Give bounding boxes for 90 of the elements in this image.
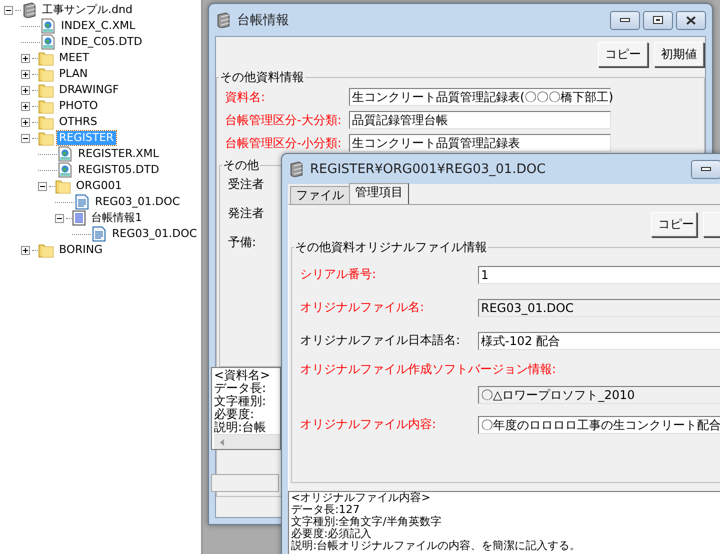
field-label: 台帳管理区分-小分類: xyxy=(225,134,342,152)
help-line: データ長:127 xyxy=(291,504,360,516)
tree-item[interactable]: ORG001 xyxy=(74,179,124,193)
help-line: 必要度:必須記入 xyxy=(291,528,373,540)
text-field[interactable]: 様式-102 配合 xyxy=(478,332,720,350)
field-label: オリジナルファイル内容: xyxy=(300,416,438,433)
web-document-icon xyxy=(40,18,56,34)
collapse-toggle[interactable] xyxy=(4,6,13,14)
cabinet-icon xyxy=(288,161,304,177)
expand-toggle[interactable] xyxy=(21,54,30,62)
close-button[interactable] xyxy=(676,10,706,30)
tree-item[interactable]: 台帳情報1 xyxy=(89,211,144,225)
folder-icon xyxy=(38,130,54,146)
help-line: <資料名> xyxy=(214,369,272,382)
help-line: 説明:台帳オリジナルファイルの内容、を簡潔に記入する。 xyxy=(291,540,582,552)
field-label: 発注者 xyxy=(228,205,265,222)
tree-item[interactable]: 工事サンプル.dnd xyxy=(40,3,134,17)
folder-icon xyxy=(38,114,54,130)
dialog-button[interactable]: コピー xyxy=(651,212,697,237)
group-title: その他資料情報 xyxy=(219,69,305,86)
close-icon xyxy=(686,16,696,24)
folder-icon xyxy=(38,50,54,66)
tree-item[interactable]: DRAWINGF xyxy=(57,83,121,97)
minimize-button[interactable] xyxy=(691,160,720,178)
collapse-toggle[interactable] xyxy=(21,134,30,142)
folder-icon xyxy=(38,66,54,82)
folder-icon xyxy=(55,178,71,194)
field-label: オリジナルファイル作成ソフトバージョン情報: xyxy=(300,361,556,378)
dialog-button[interactable]: コピー xyxy=(598,42,648,67)
help-line: 説明:台帳 xyxy=(214,421,268,434)
tree-item[interactable]: OTHRS xyxy=(57,115,100,129)
web-document-icon xyxy=(40,34,56,50)
maximize-icon xyxy=(653,16,663,24)
scroll-bar[interactable] xyxy=(214,434,280,449)
field-label: オリジナルファイル名: xyxy=(300,299,426,316)
group-title: その他資料オリジナルファイル情報 xyxy=(294,239,488,256)
field-label: 予備: xyxy=(228,234,258,251)
field-label: 台帳管理区分-大分類: xyxy=(225,112,342,128)
collapse-toggle[interactable] xyxy=(55,214,64,222)
window-title: REGISTER¥ORG001¥REG03_01.DOC xyxy=(310,162,546,176)
minimize-icon xyxy=(620,18,630,22)
minimize-button[interactable] xyxy=(610,10,640,30)
field-label: 受注者 xyxy=(228,176,265,193)
web-document-icon xyxy=(57,162,73,178)
expand-toggle[interactable] xyxy=(21,102,30,110)
tree-item[interactable]: REGISTER.XML xyxy=(76,147,161,161)
tree-item[interactable]: MEET xyxy=(57,51,92,65)
expand-toggle[interactable] xyxy=(21,118,30,126)
tree-item[interactable]: REG03_01.DOC xyxy=(110,227,199,241)
text-field[interactable]: 〇△ロワープロソフト_2010 xyxy=(478,386,720,404)
tree-item[interactable]: PLAN xyxy=(57,67,90,81)
tab[interactable]: ファイル xyxy=(290,186,350,204)
group-title: その他 xyxy=(222,157,260,174)
text-field[interactable]: 1 xyxy=(478,266,720,284)
tree-item[interactable]: BORING xyxy=(57,243,105,257)
text-field[interactable]: REG03_01.DOC xyxy=(478,298,720,316)
folder-icon xyxy=(38,242,54,258)
field-label: オリジナルファイル日本語名: xyxy=(300,332,462,349)
tree-item[interactable]: INDEX_C.XML xyxy=(59,19,138,33)
left-arrow-icon xyxy=(220,438,224,446)
text-field[interactable]: 生コンクリート品質管理記録表(〇〇〇橋下部工) xyxy=(349,88,611,106)
document-icon xyxy=(74,194,90,210)
help-line: 必要度: xyxy=(214,408,256,421)
web-document-icon xyxy=(57,146,73,162)
tree-item[interactable]: REG03_01.DOC xyxy=(93,195,182,209)
help-line: データ長: xyxy=(214,382,268,395)
text-field[interactable]: 生コンクリート品質管理記録表 xyxy=(349,134,611,152)
maximize-button[interactable] xyxy=(643,10,673,30)
minimize-icon xyxy=(701,167,711,171)
field-label: シリアル番号: xyxy=(300,266,378,283)
collapse-toggle[interactable] xyxy=(38,182,47,190)
text-page-icon xyxy=(72,210,86,226)
tree-item[interactable]: REGIST05.DTD xyxy=(76,163,162,177)
tree-item[interactable]: INDE_C05.DTD xyxy=(59,35,144,49)
expand-toggle[interactable] xyxy=(21,246,30,254)
tab[interactable]: 管理項目 xyxy=(349,183,409,204)
help-line: 文字種別: xyxy=(214,395,268,408)
field-label: 資料名: xyxy=(225,88,266,106)
window-title: 台帳情報 xyxy=(237,12,289,29)
tree-item[interactable]: PHOTO xyxy=(57,99,100,113)
folder-icon xyxy=(38,82,54,98)
document-icon xyxy=(91,226,107,242)
help-line: <オリジナルファイル内容> xyxy=(291,492,432,504)
expand-toggle[interactable] xyxy=(21,86,30,94)
text-field[interactable]: 品質記録管理台帳 xyxy=(349,111,611,129)
expand-toggle[interactable] xyxy=(21,70,30,78)
cabinet-icon xyxy=(215,12,231,28)
dialog-button[interactable]: 初期値 xyxy=(654,42,704,67)
help-line: 文字種別:全角文字/半角英数字 xyxy=(291,516,442,528)
folder-icon xyxy=(38,98,54,114)
